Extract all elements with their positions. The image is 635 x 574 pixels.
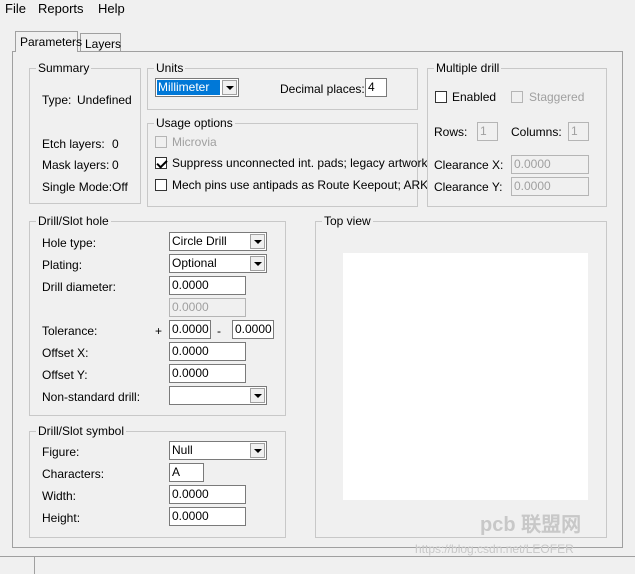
multiple-drill-title: Multiple drill (434, 61, 502, 75)
non-standard-drill-label: Non-standard drill: (42, 390, 141, 404)
enabled-label: Enabled (452, 90, 497, 104)
tab-parameters[interactable]: Parameters (15, 31, 82, 52)
figure-label: Figure: (42, 445, 80, 459)
mech-pins-checkbox[interactable] (155, 179, 167, 191)
hole-type-value: Circle Drill (172, 234, 227, 248)
units-title: Units (154, 61, 186, 75)
height-input[interactable]: 0.0000 (169, 507, 246, 526)
chevron-down-icon[interactable] (250, 256, 265, 271)
chevron-down-icon[interactable] (250, 443, 265, 458)
characters-input[interactable]: A (169, 463, 204, 482)
offset-x-input[interactable]: 0.0000 (169, 342, 246, 361)
hole-type-label: Hole type: (42, 236, 97, 250)
drill-diameter-input[interactable]: 0.0000 (169, 276, 246, 295)
decimal-places-input[interactable]: 4 (365, 78, 387, 97)
offset-y-input[interactable]: 0.0000 (169, 364, 246, 383)
plating-value: Optional (172, 256, 217, 270)
columns-label: Columns: (511, 125, 562, 139)
mech-pins-label: Mech pins use antipads as Route Keepout;… (172, 178, 429, 192)
tolerance-label: Tolerance: (42, 324, 98, 338)
suppress-pads-checkbox[interactable] (155, 157, 167, 169)
tolerance-minus-input[interactable]: 0.0000 (232, 320, 274, 339)
units-select-value: Millimeter (157, 80, 220, 95)
plating-select[interactable]: Optional (169, 254, 267, 273)
single-mode-label: Single Mode: (42, 180, 113, 194)
top-view-canvas[interactable] (343, 253, 588, 500)
figure-value: Null (172, 443, 193, 457)
tolerance-plus-sign: + (155, 324, 163, 338)
clearance-x-input[interactable]: 0.0000 (511, 155, 589, 174)
microvia-checkbox[interactable] (155, 136, 167, 148)
chevron-down-icon[interactable] (222, 80, 237, 95)
drill-slot-hole-title: Drill/Slot hole (36, 214, 111, 228)
status-bar (0, 556, 635, 574)
enabled-checkbox[interactable] (435, 91, 447, 103)
type-value: Undefined (77, 93, 132, 107)
status-separator (34, 557, 35, 574)
watermark-url: https://blog.csdn.net/LEOFER (415, 542, 574, 556)
menu-help[interactable]: Help (98, 1, 125, 17)
mask-layers-value: 0 (112, 158, 119, 172)
decimal-places-label: Decimal places: (280, 82, 365, 96)
drill-diameter-label: Drill diameter: (42, 280, 117, 294)
offset-y-label: Offset Y: (42, 368, 88, 382)
width-input[interactable]: 0.0000 (169, 485, 246, 504)
drill-diameter-secondary-input[interactable]: 0.0000 (169, 298, 246, 317)
width-label: Width: (42, 489, 77, 503)
clearance-x-label: Clearance X: (434, 158, 504, 172)
columns-input[interactable]: 1 (568, 122, 589, 141)
rows-label: Rows: (434, 125, 468, 139)
rows-input[interactable]: 1 (477, 122, 498, 141)
chevron-down-icon[interactable] (250, 388, 265, 403)
units-select[interactable]: Millimeter (155, 78, 239, 97)
tab-layers[interactable]: Layers (80, 33, 121, 52)
staggered-label: Staggered (529, 90, 585, 104)
height-label: Height: (42, 511, 81, 525)
etch-layers-label: Etch layers: (42, 137, 105, 151)
hole-type-select[interactable]: Circle Drill (169, 232, 267, 251)
summary-title: Summary (36, 61, 92, 75)
single-mode-value: Off (112, 180, 128, 194)
type-label: Type: (42, 93, 72, 107)
staggered-checkbox[interactable] (511, 91, 523, 103)
etch-layers-value: 0 (112, 137, 119, 151)
drill-slot-symbol-title: Drill/Slot symbol (36, 424, 127, 438)
clearance-y-input[interactable]: 0.0000 (511, 177, 589, 196)
non-standard-drill-select[interactable] (169, 386, 267, 405)
chevron-down-icon[interactable] (250, 234, 265, 249)
usage-options-title: Usage options (154, 116, 235, 130)
tolerance-minus-sign: - (217, 324, 221, 338)
menu-bar: File Reports Help (0, 0, 635, 19)
mask-layers-label: Mask layers: (42, 158, 110, 172)
offset-x-label: Offset X: (42, 346, 89, 360)
watermark-logo: pcb 联盟网 (480, 514, 582, 536)
tolerance-plus-input[interactable]: 0.0000 (169, 320, 211, 339)
top-view-title: Top view (322, 214, 373, 228)
suppress-pads-label: Suppress unconnected int. pads; legacy a… (172, 156, 428, 170)
menu-file[interactable]: File (5, 1, 26, 17)
figure-select[interactable]: Null (169, 441, 267, 460)
clearance-y-label: Clearance Y: (434, 180, 503, 194)
characters-label: Characters: (42, 467, 105, 481)
microvia-label: Microvia (172, 135, 217, 149)
plating-label: Plating: (42, 258, 83, 272)
menu-reports[interactable]: Reports (38, 1, 84, 17)
